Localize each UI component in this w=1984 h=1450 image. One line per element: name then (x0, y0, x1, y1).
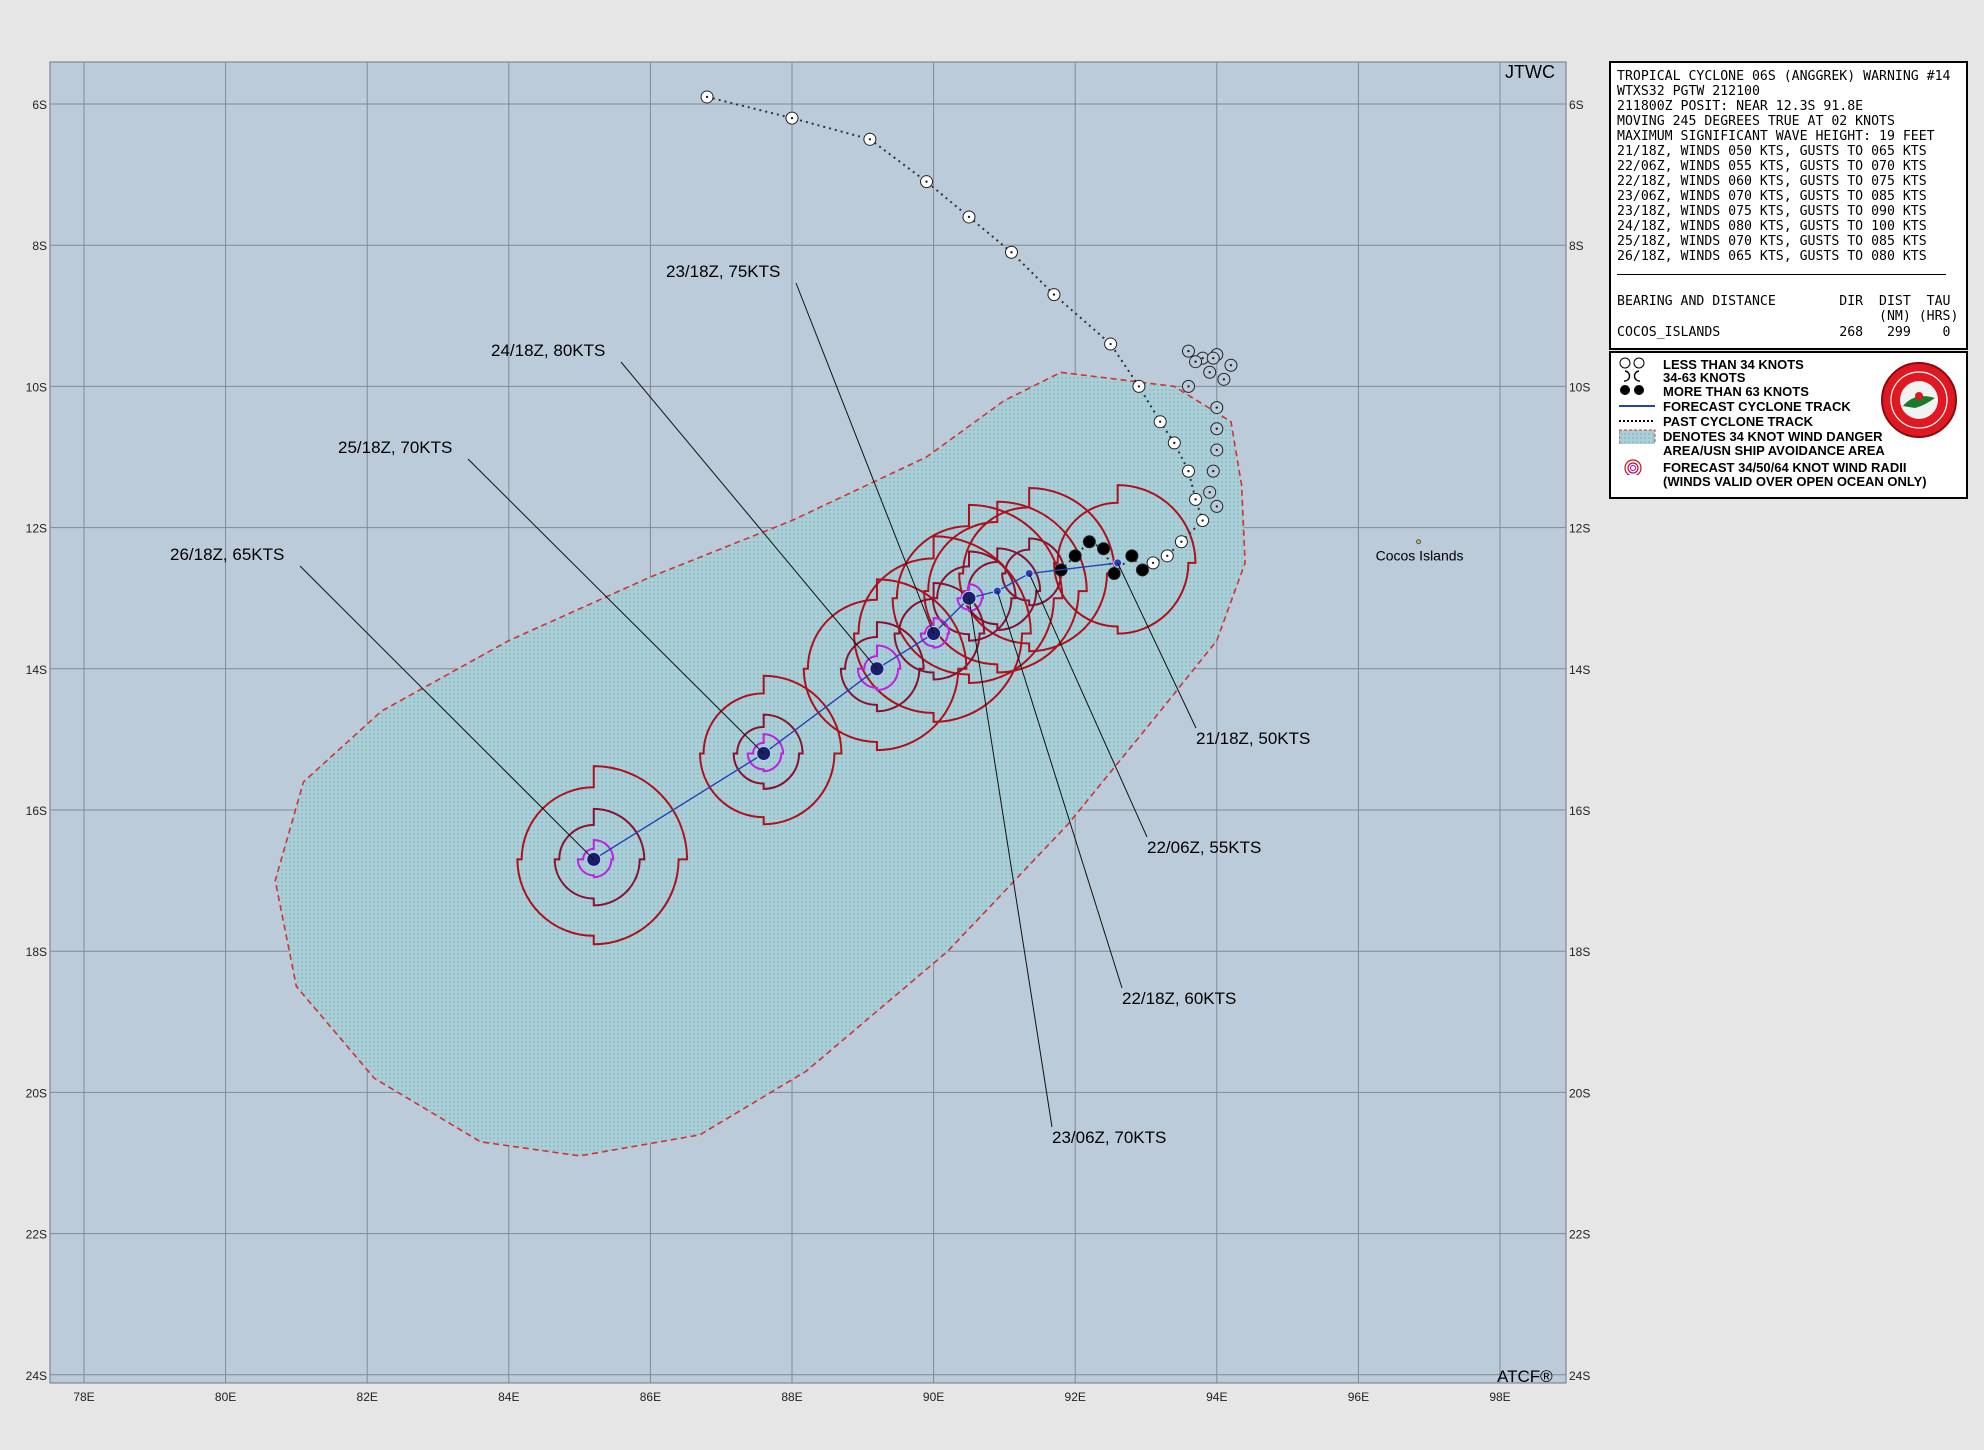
forecast-label: 22/18Z, 60KTS (1122, 989, 1236, 1008)
forecast-label: 25/18Z, 70KTS (338, 438, 452, 457)
lon-tick-label: 94E (1206, 1390, 1227, 1404)
lat-tick-label: 8S (1569, 239, 1584, 253)
info-line: WTXS32 PGTW 212100 (1617, 84, 1760, 99)
lat-tick-label: 14S (1569, 663, 1590, 677)
lat-tick-label: 16S (1569, 804, 1590, 818)
forecast-label: 21/18Z, 50KTS (1196, 729, 1310, 748)
lat-tick-label: 10S (26, 380, 47, 394)
lon-tick-label: 92E (1065, 1390, 1086, 1404)
lat-tick-label: 12S (1569, 522, 1590, 536)
legend-label: PAST CYCLONE TRACK (1663, 414, 1813, 429)
bearing-header: BEARING AND DISTANCE DIR DIST TAU (1617, 294, 1951, 309)
agency-mark: JTWC (1505, 62, 1555, 82)
lat-tick-label: 6S (32, 98, 47, 112)
info-line: 26/18Z, WINDS 065 KTS, GUSTS TO 080 KTS (1617, 249, 1927, 264)
past-position-storm-icon (1135, 563, 1149, 577)
legend-label: AREA/USN SHIP AVOIDANCE AREA (1663, 443, 1885, 458)
info-line: 22/06Z, WINDS 055 KTS, GUSTS TO 070 KTS (1617, 159, 1927, 174)
lat-tick-label: 22S (1569, 1228, 1590, 1242)
forecast-label: 23/06Z, 70KTS (1052, 1128, 1166, 1147)
info-line: 21/18Z, WINDS 050 KTS, GUSTS TO 065 KTS (1617, 144, 1927, 159)
forecast-label: 26/18Z, 65KTS (170, 545, 284, 564)
jtwc-seal-icon (1881, 362, 1957, 438)
info-line: 22/18Z, WINDS 060 KTS, GUSTS TO 075 KTS (1617, 174, 1927, 189)
forecast-label: 24/18Z, 80KTS (491, 341, 605, 360)
lat-tick-label: 20S (26, 1086, 47, 1100)
legend-label: DENOTES 34 KNOT WIND DANGER (1663, 429, 1883, 444)
lat-tick-label: 16S (26, 804, 47, 818)
atcf-mark: ATCF® (1497, 1367, 1553, 1386)
info-line: 211800Z POSIT: NEAR 12.3S 91.8E (1617, 99, 1864, 114)
lat-tick-label: 18S (26, 945, 47, 959)
legend-label: MORE THAN 63 KNOTS (1663, 384, 1809, 399)
lon-tick-label: 84E (498, 1390, 519, 1404)
lon-tick-label: 82E (357, 1390, 378, 1404)
lat-tick-label: 24S (26, 1369, 47, 1383)
lat-tick-label: 18S (1569, 945, 1590, 959)
warning-info-panel: TROPICAL CYCLONE 06S (ANGGREK) WARNING #… (1609, 61, 1968, 350)
forecast-track-icon (1619, 405, 1655, 407)
info-line: 23/18Z, WINDS 075 KTS, GUSTS TO 090 KTS (1617, 204, 1927, 219)
forecast-label: 22/06Z, 55KTS (1147, 838, 1261, 857)
lat-tick-label: 20S (1569, 1086, 1590, 1100)
past-track-icon (1619, 420, 1655, 422)
lon-tick-label: 88E (781, 1390, 802, 1404)
legend-label: FORECAST CYCLONE TRACK (1663, 399, 1851, 414)
info-line: 23/06Z, WINDS 070 KTS, GUSTS TO 085 KTS (1617, 189, 1927, 204)
hurricane-icon (1620, 385, 1644, 395)
lon-tick-label: 96E (1348, 1390, 1369, 1404)
lat-tick-label: 10S (1569, 380, 1590, 394)
lat-tick-label: 22S (26, 1228, 47, 1242)
legend-panel: LESS THAN 34 KNOTS 34-63 KNOTS MORE THAN 6… (1609, 351, 1968, 499)
info-line: 24/18Z, WINDS 080 KTS, GUSTS TO 100 KTS (1617, 219, 1927, 234)
lon-tick-label: 78E (73, 1390, 94, 1404)
info-line: MAXIMUM SIGNIFICANT WAVE HEIGHT: 19 FEET (1617, 129, 1935, 144)
lon-tick-label: 80E (215, 1390, 236, 1404)
legend-label: (WINDS VALID OVER OPEN OCEAN ONLY) (1663, 474, 1927, 489)
info-divider (1617, 274, 1946, 275)
legend-label: FORECAST 34/50/64 KNOT WIND RADII (1663, 460, 1907, 475)
past-position-storm-icon (1097, 542, 1111, 556)
lon-tick-label: 90E (923, 1390, 944, 1404)
lon-tick-label: 86E (640, 1390, 661, 1404)
lat-tick-label: 14S (26, 663, 47, 677)
place-label: Cocos Islands (1376, 548, 1464, 564)
bearing-row: COCOS_ISLANDS 268 299 0 (1617, 325, 1951, 340)
legend-label: 34-63 KNOTS (1663, 370, 1746, 385)
lat-tick-label: 8S (32, 239, 47, 253)
past-position-storm-icon (1107, 566, 1121, 580)
island-icon (1416, 539, 1421, 545)
past-position-storm-icon (1125, 549, 1139, 563)
forecast-label: 23/18Z, 75KTS (666, 262, 780, 281)
past-position-storm-icon (1068, 549, 1082, 563)
lat-tick-label: 24S (1569, 1369, 1590, 1383)
info-line: 25/18Z, WINDS 070 KTS, GUSTS TO 085 KTS (1617, 234, 1927, 249)
past-position-storm-icon (1082, 535, 1096, 549)
lat-tick-label: 12S (26, 522, 47, 536)
lat-tick-label: 6S (1569, 98, 1584, 112)
info-line: MOVING 245 DEGREES TRUE AT 02 KNOTS (1617, 114, 1895, 129)
info-line: TROPICAL CYCLONE 06S (ANGGREK) WARNING #… (1617, 69, 1951, 84)
lon-tick-label: 98E (1489, 1390, 1510, 1404)
bearing-units: (NM) (HRS) (1617, 309, 1959, 324)
